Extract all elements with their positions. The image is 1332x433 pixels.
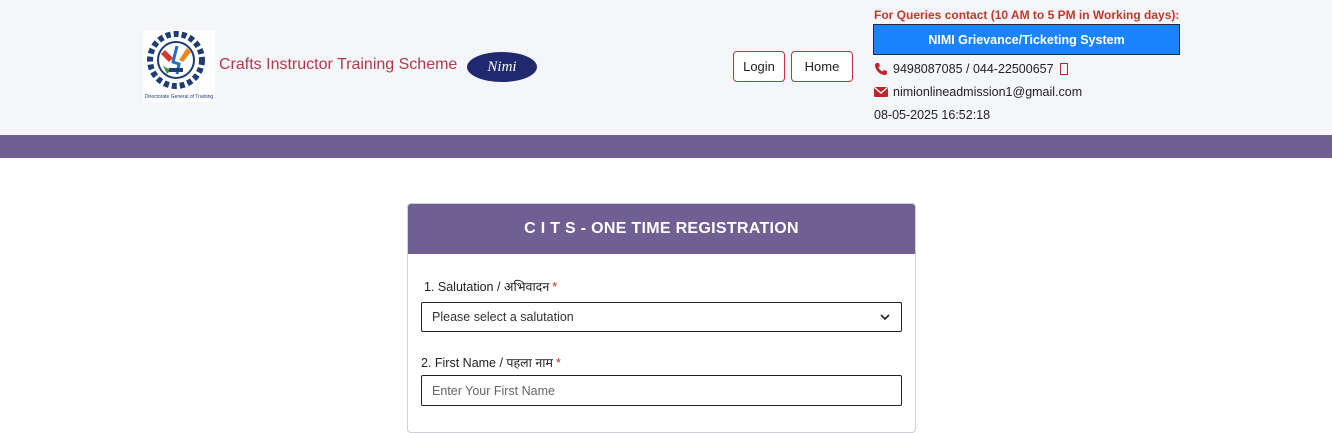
brand-title: Crafts Instructor Training Scheme xyxy=(219,56,458,73)
required-asterisk: * xyxy=(556,356,561,370)
missing-glyph-icon xyxy=(1059,63,1068,75)
email-address[interactable]: nimionlineadmission1@gmail.com xyxy=(893,85,1082,99)
phone-icon xyxy=(875,63,887,75)
chevron-down-icon xyxy=(880,314,890,321)
phone-row: 9498087085 / 044-22500657 xyxy=(874,62,1068,76)
first-name-input[interactable] xyxy=(421,375,902,406)
queries-contact-text: For Queries contact (10 AM to 5 PM in Wo… xyxy=(874,8,1180,22)
salutation-selected-value: Please select a salutation xyxy=(432,310,574,324)
grievance-ticketing-button[interactable]: NIMI Grievance/Ticketing System xyxy=(873,24,1180,55)
first-name-label: 2. First Name / पहला नाम * xyxy=(421,354,561,371)
login-button[interactable]: Login xyxy=(733,51,785,82)
nimi-logo-text: Nimi xyxy=(487,58,517,75)
grievance-label: NIMI Grievance/Ticketing System xyxy=(928,32,1125,47)
email-row: nimionlineadmission1@gmail.com xyxy=(874,85,1082,99)
salutation-label-text: 1. Salutation / अभिवादन xyxy=(424,280,550,294)
logo-caption: Directorate General of Training xyxy=(145,94,214,100)
first-name-label-text: 2. First Name / पहला नाम xyxy=(421,356,554,370)
nimi-logo: Nimi xyxy=(467,52,537,82)
phone-number[interactable]: 9498087085 / 044-22500657 xyxy=(893,62,1054,76)
salutation-label: 1. Salutation / अभिवादन * xyxy=(424,278,557,295)
form-title: C I T S - ONE TIME REGISTRATION xyxy=(524,220,799,237)
current-datetime: 08-05-2025 16:52:18 xyxy=(874,108,991,122)
card-header: C I T S - ONE TIME REGISTRATION xyxy=(408,204,915,254)
purple-band-divider xyxy=(0,135,1332,158)
home-button[interactable]: Home xyxy=(791,51,853,82)
dgt-logo-icon: Directorate General of Training xyxy=(143,30,215,102)
envelope-icon xyxy=(874,87,888,97)
required-asterisk: * xyxy=(552,280,558,294)
site-header: Directorate General of Training Crafts I… xyxy=(0,0,1332,135)
salutation-select[interactable]: Please select a salutation xyxy=(421,302,902,332)
